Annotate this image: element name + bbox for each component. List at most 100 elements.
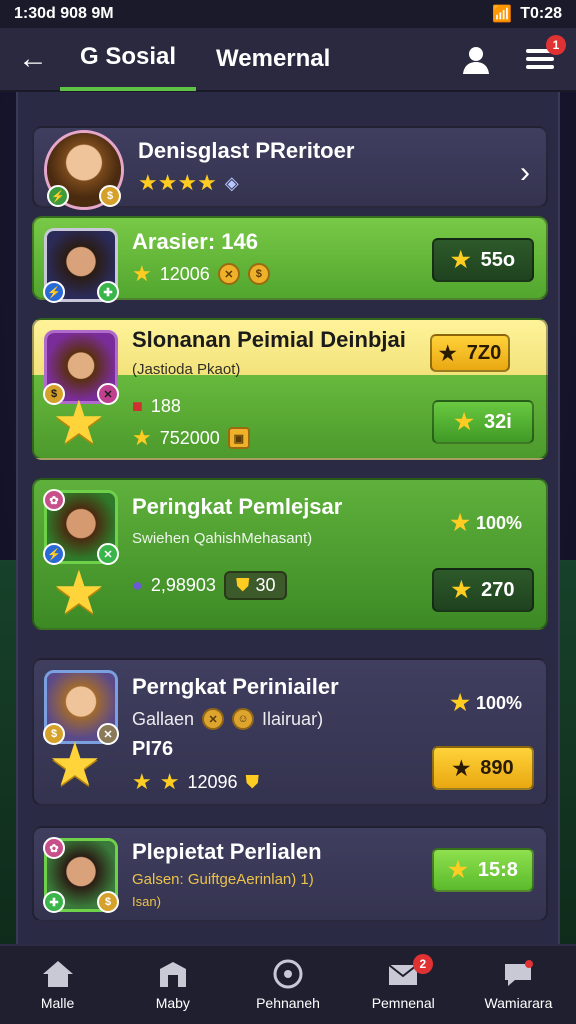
nav-home[interactable]: Malle xyxy=(0,946,115,1024)
nav-play[interactable]: Pehnaneh xyxy=(230,946,345,1024)
card-title: Arasier: 146 xyxy=(132,229,258,254)
leaderboard-card-6[interactable]: ✿ ✚ $ Plepietat Perlialen Galsen: Guiftg… xyxy=(32,826,548,922)
chat-icon xyxy=(505,960,534,986)
big-star-icon: ★ xyxy=(52,389,106,456)
flag-icon: ■ xyxy=(132,396,143,416)
leaderboard-card-3[interactable]: $ ✕ ★ Slonanan Peimial Deinbjai (Jastiod… xyxy=(32,318,548,460)
claim-button[interactable]: ★ 32i xyxy=(432,400,534,444)
profile-icon xyxy=(463,47,489,74)
star-icon: ★ xyxy=(452,757,471,780)
avatar: ✿ ✚ $ xyxy=(43,837,119,913)
star-icon: ★ xyxy=(159,769,180,794)
top-bar: ← G Sosial Wemernal 1 xyxy=(0,28,576,92)
leaderboard-card-4[interactable]: ✿ ⚡ ✕ ★ Peringkat Pemlejsar Swiehen Qahi… xyxy=(32,478,548,630)
button-label: 15:8 xyxy=(477,858,518,881)
nav-shop[interactable]: Maby xyxy=(115,946,230,1024)
star-icon: ★ xyxy=(454,409,474,434)
star-icon: ★ xyxy=(450,690,470,715)
star-icon: ★ xyxy=(450,510,470,535)
nav-messages[interactable]: 2 Pemnenal xyxy=(346,946,461,1024)
box-icon: ▣ xyxy=(227,427,250,449)
gem-icon: ◈ xyxy=(224,172,239,193)
coin-icon: ✕ xyxy=(217,263,240,285)
status-time: 1:30d 908 9M xyxy=(14,5,114,22)
orb-icon: ● xyxy=(132,575,143,595)
leaderboard-card-2[interactable]: ⚡ ✚ Arasier: 146 ★ 12006 ✕ $ ★ 55o xyxy=(32,216,548,303)
leaf-icon: ✚ xyxy=(43,891,65,913)
nav-label: Pehnaneh xyxy=(256,995,320,1011)
shield-icon: ⛊ xyxy=(235,575,250,595)
card-title: Slonanan Peimial Deinbjai xyxy=(132,327,406,352)
leaderboard-card-5[interactable]: $ ✕ ★ Perngkat Periniailer Gallaen ✕ ☺ Ilai… xyxy=(32,658,548,806)
wifi-icon: 📶 xyxy=(492,6,513,23)
score-value: 752000 xyxy=(159,427,220,448)
flower-icon: ✿ xyxy=(43,837,65,859)
flower-icon: ✿ xyxy=(43,489,65,511)
star-icon: ★ xyxy=(450,247,471,272)
star-icon: ★ xyxy=(448,857,468,882)
card-title: Denisglast PReritoer xyxy=(138,138,355,163)
score-value: 12006 xyxy=(159,263,210,284)
profile-button[interactable] xyxy=(458,41,494,77)
home-icon xyxy=(42,961,73,987)
avatar: ⚡ $ xyxy=(44,130,124,210)
star-icon: ★ xyxy=(132,261,152,286)
bottom-nav: Malle Maby Pehnaneh 2 Pemnenal Wamiarara xyxy=(0,944,576,1024)
card-subtitle: Gallaen xyxy=(132,708,195,729)
button-label: 32i xyxy=(483,410,512,433)
chevron-right-icon[interactable]: › xyxy=(520,156,530,190)
coin-icon: $ xyxy=(247,263,270,285)
bolt-icon: ⚡ xyxy=(43,281,65,303)
percent-label: ★ 100% xyxy=(450,690,522,716)
claim-button[interactable]: ★ 15:8 xyxy=(432,848,534,892)
claim-button[interactable]: ★ 890 xyxy=(432,746,534,790)
card-subtitle: Galsen: GuiftgeAerinlan) 1) xyxy=(132,871,314,888)
big-star-icon: ★ xyxy=(52,559,106,626)
button-label: 890 xyxy=(480,756,514,779)
claim-button[interactable]: ★ 270 xyxy=(432,568,534,612)
menu-badge: 1 xyxy=(546,35,566,55)
star-icon: ★ xyxy=(132,769,152,794)
shield-icon: ⛊ xyxy=(245,771,260,792)
claim-button[interactable]: ★ 55o xyxy=(432,238,534,282)
card-subtitle: (Jastioda Pkaot) xyxy=(132,361,241,378)
avatar: ✿ ⚡ ✕ xyxy=(43,489,119,565)
star-icon: ★ xyxy=(451,577,472,602)
coin-icon: $ xyxy=(97,891,119,913)
status-right-time: T0:28 xyxy=(520,5,562,22)
card-title: Peringkat Pemlejsar xyxy=(132,494,343,519)
percent-value: 100% xyxy=(475,692,522,713)
tab-sosial[interactable]: G Sosial xyxy=(60,27,197,91)
percent-value: 100% xyxy=(475,512,522,533)
coin-icon: $ xyxy=(99,185,121,207)
leaderboard-card-1[interactable]: ⚡ $ Denisglast PReritoer ★★★★ ◈ › xyxy=(32,126,548,210)
score-value: 12096 xyxy=(187,771,238,792)
star-icon: ★ xyxy=(438,342,457,365)
nav-label: Pemnenal xyxy=(371,995,435,1011)
status-icons: 📶 T0:28 xyxy=(492,4,562,24)
nav-chat[interactable]: Wamiarara xyxy=(461,946,576,1024)
star-icon: ★ xyxy=(132,425,152,450)
nav-label: Maby xyxy=(155,995,190,1011)
status-bar: 1:30d 908 9M 📶 T0:28 xyxy=(0,0,576,28)
button-label: 55o xyxy=(480,248,516,271)
back-button[interactable]: ← xyxy=(18,42,60,76)
avatar: ⚡ ✚ xyxy=(43,228,119,303)
leaderboard-panel: ⚡ $ Denisglast PReritoer ★★★★ ◈ › ⚡ ✚ Ara… xyxy=(16,92,560,944)
big-star-icon: ★ xyxy=(48,731,102,798)
shield-chip: ⛊ 30 xyxy=(223,571,288,600)
ball-icon xyxy=(273,959,303,989)
coin-icon: ✕ xyxy=(202,708,225,730)
rank-label: PI76 xyxy=(132,738,174,760)
badge-button[interactable]: ★ 7Z0 xyxy=(430,334,510,372)
tab-wemernal[interactable]: Wemernal xyxy=(196,27,350,91)
menu-button[interactable]: 1 xyxy=(522,35,566,77)
nav-label: Malle xyxy=(40,995,75,1011)
line-value: 2,98903 xyxy=(150,575,216,595)
leaf-icon: ✚ xyxy=(97,281,119,303)
rating-stars: ★★★★ xyxy=(138,170,217,195)
card-title: Plepietat Perlialen xyxy=(132,839,322,864)
bolt-icon: ⚡ xyxy=(47,185,69,207)
nav-badge: 2 xyxy=(412,954,433,974)
nav-label: Wamiarara xyxy=(484,995,553,1011)
